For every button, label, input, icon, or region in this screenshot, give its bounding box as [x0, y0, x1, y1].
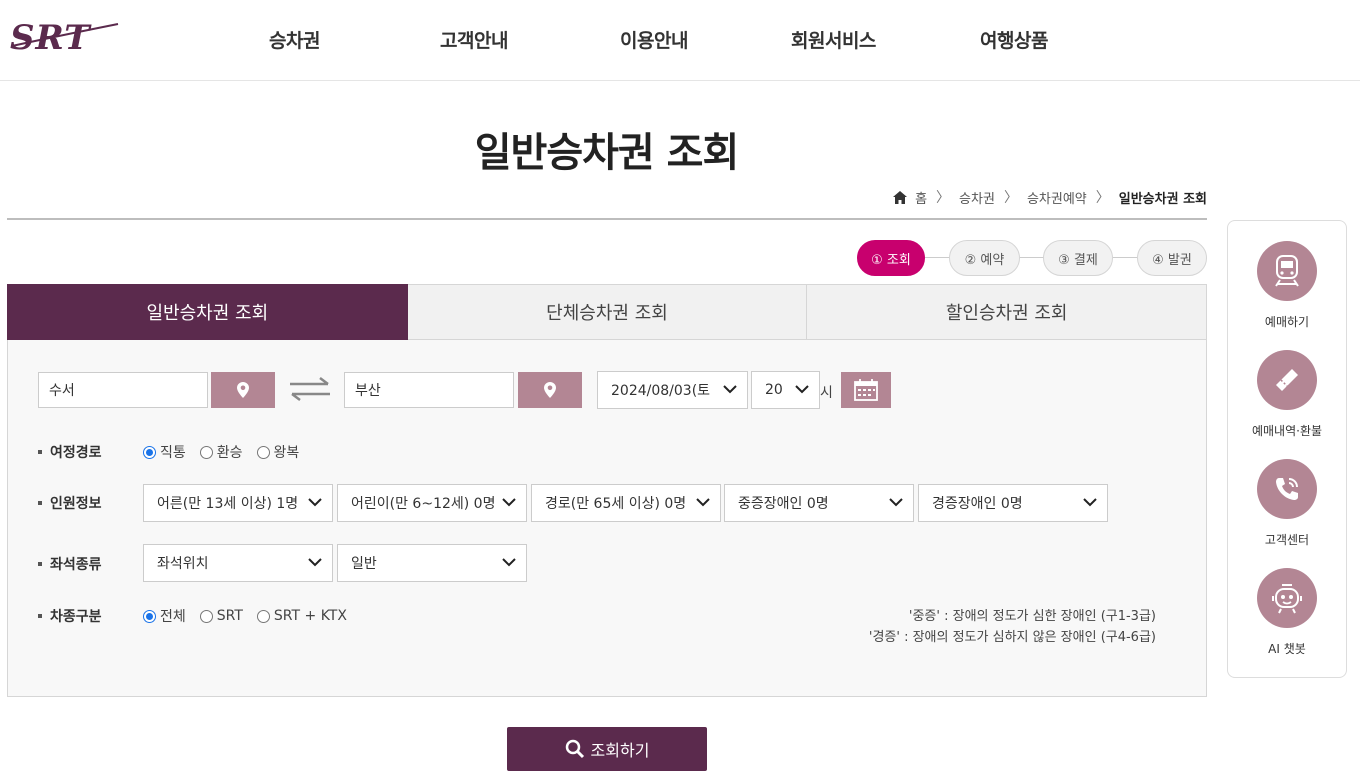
- location-pin-icon: [544, 382, 556, 398]
- train-srt-ktx-radio[interactable]: SRT + KTX: [256, 608, 347, 624]
- quick-customer-center[interactable]: 고객센터: [1228, 459, 1346, 548]
- progress-steps: ① 조회 ② 예약 ③ 결제 ④ 발권: [857, 240, 1207, 278]
- date-value: 2024/08/03(토: [611, 383, 711, 399]
- search-panel: 수서 부산 2024/08/03(토 20 시 여정경로 직통 환승 왕복 인원…: [7, 340, 1207, 697]
- arrival-location-button[interactable]: [518, 372, 582, 408]
- chevron-down-icon: [502, 558, 516, 567]
- adult-count-select[interactable]: 어른(만 13세 이상) 1명: [143, 484, 333, 522]
- tab-discount-ticket[interactable]: 할인승차권 조회: [807, 284, 1208, 340]
- quick-reserve[interactable]: 예매하기: [1228, 241, 1346, 330]
- disability-note-severe: '중증' : 장애의 정도가 심한 장애인 (구1-3급): [908, 609, 1156, 624]
- calendar-button[interactable]: [841, 372, 891, 408]
- nav-member-service[interactable]: 회원서비스: [791, 26, 876, 53]
- seat-class-select[interactable]: 일반: [337, 544, 527, 582]
- home-icon[interactable]: [893, 190, 908, 204]
- seat-position-select[interactable]: 좌석위치: [143, 544, 333, 582]
- tab-general-ticket[interactable]: 일반승차권 조회: [7, 284, 408, 340]
- seat-type-label: 좌석종류: [38, 554, 102, 574]
- step-issue: ④ 발권: [1137, 240, 1207, 276]
- page-title: 일반승차권 조회: [474, 130, 740, 176]
- chevron-down-icon: [308, 498, 322, 507]
- departure-input[interactable]: 수서: [38, 372, 208, 408]
- passenger-label: 인원정보: [38, 493, 102, 513]
- severe-disabled-count-select[interactable]: 중증장애인 0명: [724, 484, 914, 522]
- chevron-down-icon: [795, 385, 809, 394]
- main-nav: 승차권 고객안내 이용안내 회원서비스 여행상품: [0, 26, 1360, 56]
- route-roundtrip-radio[interactable]: 왕복: [256, 442, 299, 462]
- breadcrumb-ticket[interactable]: 승차권: [959, 188, 995, 207]
- train-icon: [1275, 255, 1299, 287]
- site-header: SRT 승차권 고객안내 이용안내 회원서비스 여행상품: [0, 0, 1360, 81]
- chevron-down-icon: [502, 498, 516, 507]
- step-reserve: ② 예약: [949, 240, 1020, 276]
- chevron-down-icon: [696, 498, 710, 507]
- chevron-down-icon: [723, 385, 737, 394]
- train-type-options: 전체 SRT SRT + KTX: [143, 606, 361, 626]
- phone-icon: [1276, 478, 1298, 500]
- route-transfer-radio[interactable]: 환승: [199, 442, 243, 462]
- location-pin-icon: [237, 382, 249, 398]
- chevron-down-icon: [889, 498, 903, 507]
- chevron-right-icon: 〉: [936, 190, 951, 206]
- disability-note-mild: '경증' : 장애의 정도가 심하지 않은 장애인 (구4-6급): [868, 630, 1156, 645]
- route-options: 직통 환승 왕복: [143, 442, 313, 462]
- train-srt-radio[interactable]: SRT: [199, 608, 243, 624]
- breadcrumb-current: 일반승차권 조회: [1118, 191, 1207, 207]
- quick-menu: 예매하기 예매내역·환불 고객센터 AI 챗봇: [1227, 220, 1347, 678]
- hour-select[interactable]: 20: [751, 371, 820, 409]
- date-select[interactable]: 2024/08/03(토: [597, 371, 748, 409]
- hour-value: 20: [765, 382, 783, 398]
- ticket-icon: [1276, 369, 1298, 391]
- route-label: 여정경로: [38, 442, 102, 462]
- step-payment: ③ 결제: [1043, 240, 1113, 276]
- breadcrumb-reservation[interactable]: 승차권예약: [1027, 188, 1087, 207]
- step-search: ① 조회: [857, 240, 925, 276]
- quick-ai-chatbot[interactable]: AI 챗봇: [1228, 568, 1346, 657]
- chevron-down-icon: [308, 558, 322, 567]
- title-divider: [7, 218, 1207, 220]
- chatbot-icon: [1272, 584, 1302, 614]
- chevron-right-icon: 〉: [1003, 190, 1018, 206]
- breadcrumb: 홈 〉 승차권 〉 승차권예약 〉 일반승차권 조회: [893, 187, 1207, 207]
- train-type-label: 차종구분: [38, 606, 102, 626]
- breadcrumb-home[interactable]: 홈: [915, 188, 927, 207]
- route-direct-radio[interactable]: 직통: [143, 442, 186, 462]
- train-all-radio[interactable]: 전체: [143, 606, 186, 626]
- nav-usage-guide[interactable]: 이용안내: [620, 26, 688, 53]
- search-icon: [565, 739, 584, 759]
- quick-reservation-history[interactable]: 예매내역·환불: [1228, 350, 1346, 439]
- senior-count-select[interactable]: 경로(만 65세 이상) 0명: [531, 484, 721, 522]
- chevron-right-icon: 〉: [1095, 190, 1110, 206]
- search-button[interactable]: 조회하기: [507, 727, 707, 771]
- child-count-select[interactable]: 어린이(만 6~12세) 0명: [337, 484, 527, 522]
- calendar-icon: [854, 379, 878, 401]
- swap-stations-icon[interactable]: [288, 376, 332, 402]
- nav-customer-guide[interactable]: 고객안내: [440, 26, 508, 53]
- nav-travel-products[interactable]: 여행상품: [980, 26, 1048, 53]
- arrival-input[interactable]: 부산: [344, 372, 514, 408]
- nav-ticket[interactable]: 승차권: [269, 26, 320, 53]
- hour-unit: 시: [820, 385, 833, 401]
- ticket-type-tabs: 일반승차권 조회 단체승차권 조회 할인승차권 조회: [7, 284, 1208, 340]
- departure-location-button[interactable]: [211, 372, 275, 408]
- tab-group-ticket[interactable]: 단체승차권 조회: [407, 284, 808, 340]
- mild-disabled-count-select[interactable]: 경증장애인 0명: [918, 484, 1108, 522]
- chevron-down-icon: [1083, 498, 1097, 507]
